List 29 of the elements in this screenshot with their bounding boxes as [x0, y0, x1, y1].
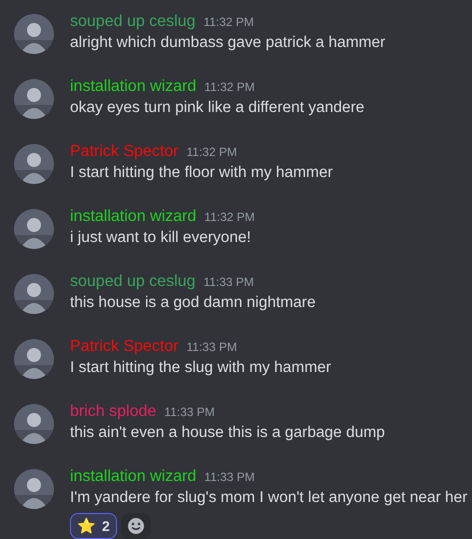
star-icon: ⭐ [77, 518, 96, 534]
message-text: I'm yandere for slug's mom I won't let anyone get near her [70, 488, 468, 508]
add-reaction-button[interactable] [120, 513, 151, 539]
author-name[interactable]: souped up ceslug [70, 10, 196, 34]
author-name[interactable]: souped up ceslug [70, 270, 196, 294]
message-text: this house is a god damn nightmare [70, 293, 316, 313]
reaction-button[interactable]: ⭐ 2 [70, 513, 117, 539]
author-name[interactable]: brich splode [70, 400, 156, 424]
timestamp: 11:33 PM [204, 469, 255, 486]
author-name[interactable]: Patrick Spector [70, 140, 178, 164]
author-name[interactable]: installation wizard [70, 465, 196, 489]
timestamp: 11:32 PM [204, 209, 255, 226]
timestamp: 11:33 PM [203, 274, 254, 291]
message-text: this ain't even a house this is a garbage dump [70, 423, 385, 443]
timestamp: 11:32 PM [203, 14, 254, 31]
timestamp: 11:32 PM [186, 144, 237, 161]
author-name[interactable]: Patrick Spector [70, 335, 178, 359]
author-name[interactable]: installation wizard [70, 205, 196, 229]
reaction-count: 2 [102, 516, 110, 536]
timestamp: 11:33 PM [186, 339, 237, 356]
message-text: okay eyes turn pink like a different yandere [70, 98, 364, 118]
message-text: I start hitting the slug with my hammer [70, 358, 332, 378]
message-text: I start hitting the floor with my hammer [70, 163, 333, 183]
message-text: alright which dumbass gave patrick a hammer [70, 33, 386, 53]
timestamp: 11:33 PM [164, 404, 215, 421]
timestamp: 11:32 PM [204, 79, 255, 96]
author-name[interactable]: installation wizard [70, 75, 196, 99]
message-text: i just want to kill everyone! [70, 228, 252, 248]
smiley-icon [126, 517, 145, 535]
